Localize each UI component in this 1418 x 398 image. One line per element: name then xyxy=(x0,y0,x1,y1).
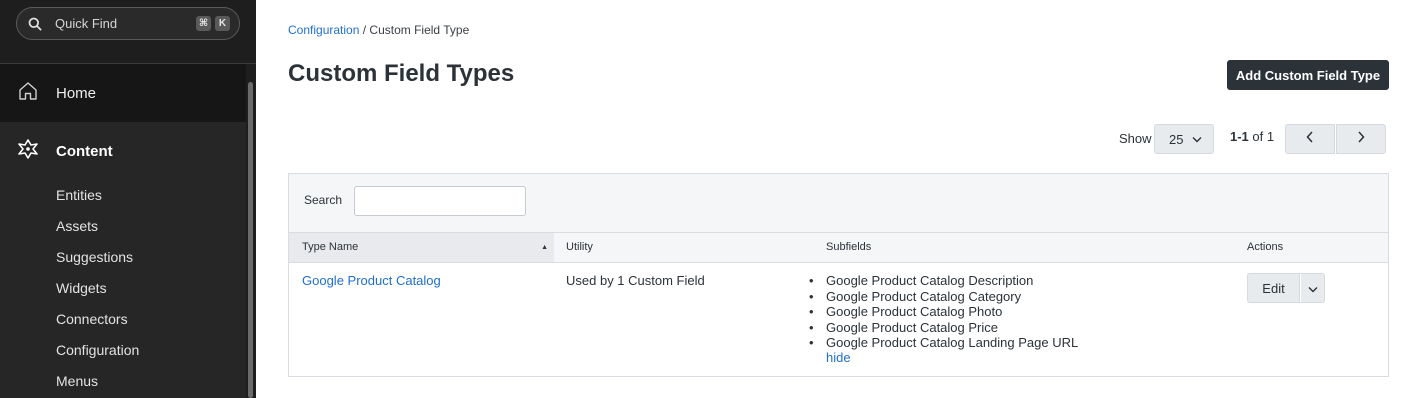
search-label: Search xyxy=(304,193,343,207)
column-header-actions: Actions xyxy=(1247,241,1284,253)
chevron-right-icon xyxy=(1357,130,1365,148)
chevron-down-icon xyxy=(1192,136,1202,143)
sidebar-section-content: Content Entities Assets Suggestions Widg… xyxy=(0,122,246,398)
sidebar: Quick Find ⌘ K Home Content Entities Ass… xyxy=(0,0,256,398)
sidebar-item-home[interactable]: Home xyxy=(0,64,246,122)
column-header-utility: Utility xyxy=(566,241,593,253)
hide-subfields-link[interactable]: hide xyxy=(826,350,851,365)
more-actions-button[interactable] xyxy=(1300,273,1325,303)
search-icon xyxy=(27,16,43,32)
sidebar-item-content-label: Content xyxy=(56,143,113,160)
sidebar-scrollbar[interactable] xyxy=(246,64,256,398)
utility-text: Used by 1 Custom Field xyxy=(566,273,705,288)
column-header-subfields: Subfields xyxy=(826,241,872,253)
pagination-count: 1-1 of 1 xyxy=(1230,129,1274,144)
content-subnav: Entities Assets Suggestions Widgets Conn… xyxy=(56,185,139,398)
chevron-left-icon xyxy=(1306,130,1314,148)
row-actions: Edit xyxy=(1247,273,1325,303)
quick-find-label: Quick Find xyxy=(55,16,118,31)
breadcrumb-link-configuration[interactable]: Configuration xyxy=(288,23,359,37)
subfields-list: Google Product Catalog Description Googl… xyxy=(809,273,1078,351)
next-page-button[interactable] xyxy=(1336,124,1386,154)
subfield-item: Google Product Catalog Description xyxy=(809,273,1078,289)
type-name-link[interactable]: Google Product Catalog xyxy=(302,273,441,288)
pagination-range: 1-1 xyxy=(1230,129,1249,144)
subfield-item: Google Product Catalog Photo xyxy=(809,304,1078,320)
sidebar-item-widgets[interactable]: Widgets xyxy=(56,278,139,309)
sidebar-item-suggestions[interactable]: Suggestions xyxy=(56,247,139,278)
column-header-type-name[interactable]: Type Name ▲ xyxy=(289,233,554,262)
chevron-down-icon xyxy=(1308,281,1318,296)
sidebar-item-configuration[interactable]: Configuration xyxy=(56,340,139,371)
search-input[interactable] xyxy=(354,186,526,216)
custom-field-types-panel: Search Type Name ▲ Utility Subfields Act… xyxy=(288,173,1389,377)
quick-find-input[interactable]: Quick Find ⌘ K xyxy=(16,7,240,40)
sidebar-item-home-label: Home xyxy=(56,84,97,102)
table-row: Google Product Catalog Used by 1 Custom … xyxy=(289,263,1388,377)
subfield-item: Google Product Catalog Landing Page URL xyxy=(809,335,1078,351)
table-header: Type Name ▲ Utility Subfields Actions xyxy=(289,233,1388,263)
shortcut-key-k: K xyxy=(215,16,230,31)
subfield-item: Google Product Catalog Price xyxy=(809,320,1078,336)
edit-button[interactable]: Edit xyxy=(1247,273,1300,303)
subfield-item: Google Product Catalog Category xyxy=(809,289,1078,305)
content-hub-icon xyxy=(18,139,38,164)
pagination-total: of 1 xyxy=(1252,129,1275,144)
sidebar-item-connectors[interactable]: Connectors xyxy=(56,309,139,340)
sidebar-item-assets[interactable]: Assets xyxy=(56,216,139,247)
sort-ascending-icon: ▲ xyxy=(541,244,548,251)
breadcrumb-separator: / xyxy=(362,23,367,37)
add-custom-field-type-button[interactable]: Add Custom Field Type xyxy=(1227,60,1389,90)
column-header-type-name-label: Type Name xyxy=(302,241,359,253)
breadcrumb-current: Custom Field Type xyxy=(369,23,470,37)
show-label: Show xyxy=(1119,131,1152,146)
search-bar: Search xyxy=(289,174,1388,233)
sidebar-item-entities[interactable]: Entities xyxy=(56,185,139,216)
home-icon xyxy=(18,81,38,106)
previous-page-button[interactable] xyxy=(1285,124,1335,154)
sidebar-scrollbar-thumb[interactable] xyxy=(248,82,253,398)
breadcrumb: Configuration / Custom Field Type xyxy=(288,23,469,37)
sidebar-item-menus[interactable]: Menus xyxy=(56,371,139,398)
page-size-select[interactable]: 25 xyxy=(1154,124,1214,154)
shortcut-key-command: ⌘ xyxy=(196,16,211,31)
sidebar-item-content[interactable]: Content xyxy=(18,139,113,164)
page-size-value: 25 xyxy=(1169,131,1184,147)
page-title: Custom Field Types xyxy=(288,60,515,87)
